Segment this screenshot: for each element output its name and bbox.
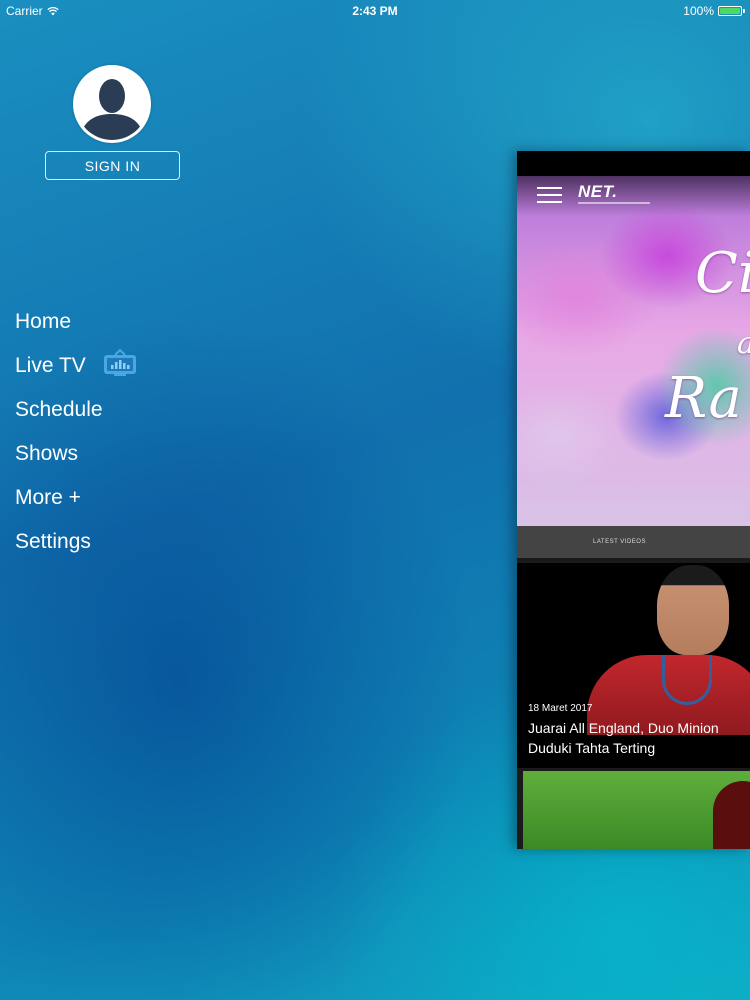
menu-item-home[interactable]: Home: [15, 300, 138, 344]
video-title: Juarai All England, Duo Minion Duduki Ta…: [528, 718, 750, 758]
avatar-icon: [76, 68, 148, 140]
clock: 2:43 PM: [352, 4, 398, 18]
battery-status: 100%: [683, 4, 745, 18]
hero-script-text: Ra: [665, 366, 742, 431]
menu-item-label: Home: [15, 310, 72, 333]
menu-item-shows[interactable]: Shows: [15, 432, 138, 476]
menu-item-label: More +: [15, 486, 81, 509]
menu-item-settings[interactable]: Settings: [15, 520, 138, 564]
menu-item-label: Settings: [15, 530, 91, 553]
video-title-line: Duduki Tahta Terting: [528, 740, 656, 756]
menu-item-live-tv[interactable]: Live TV: [15, 344, 138, 388]
live-tv-icon: [102, 348, 138, 384]
logo-tagline-mark: [578, 202, 650, 204]
avatar[interactable]: [73, 65, 151, 143]
menu-item-label: Shows: [15, 442, 79, 465]
battery-icon: [718, 6, 745, 16]
video-card[interactable]: [523, 771, 750, 849]
video-thumbnail: [657, 565, 729, 655]
hamburger-icon[interactable]: [537, 185, 562, 205]
preview-top-bar: [517, 151, 750, 176]
menu-item-schedule[interactable]: Schedule: [15, 388, 138, 432]
hero-script-text: Ci: [695, 241, 750, 306]
hero-banner[interactable]: NET. Ci a Ra: [517, 176, 750, 526]
menu-item-label: Live TV: [15, 354, 86, 377]
video-date: 18 Maret 2017: [528, 703, 593, 714]
video-thumbnail: [713, 781, 750, 849]
battery-percent: 100%: [683, 4, 714, 18]
video-card[interactable]: 18 Maret 2017 Juarai All England, Duo Mi…: [517, 563, 750, 768]
hero-script-text: a: [737, 326, 750, 361]
sign-in-button[interactable]: SIGN IN: [45, 151, 180, 180]
video-thumbnail: [662, 655, 712, 705]
net-logo: NET.: [578, 182, 618, 201]
side-menu: Home Live TV Schedule Shows More + Setti…: [15, 300, 138, 564]
menu-item-label: Schedule: [15, 398, 103, 421]
status-bar: Carrier 2:43 PM 100%: [0, 0, 750, 22]
app-preview-panel[interactable]: NET. Ci a Ra LATEST VIDEOS 18 Maret 2017…: [517, 151, 750, 849]
menu-item-more[interactable]: More +: [15, 476, 138, 520]
latest-videos-bar: LATEST VIDEOS: [517, 526, 750, 558]
latest-videos-label: LATEST VIDEOS: [593, 539, 646, 545]
video-title-line: Juarai All England, Duo Minion: [528, 720, 719, 736]
